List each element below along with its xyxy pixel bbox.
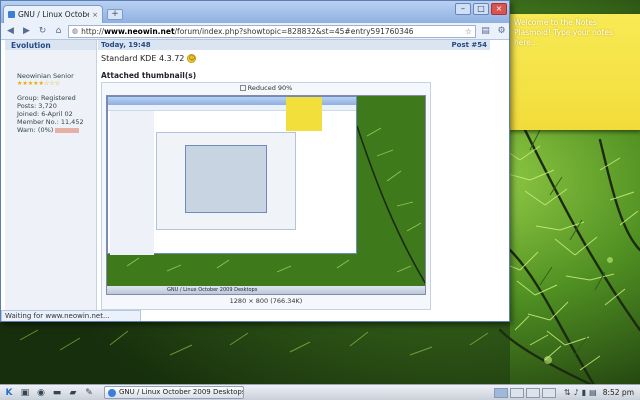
attachment-box: Reduced 90% GNU / Linux October 2009 Des…: [101, 82, 431, 310]
back-arrow-icon[interactable]: ◀: [4, 25, 17, 38]
desktop-3[interactable]: [525, 387, 540, 398]
resize-icon: [239, 85, 246, 91]
wrench-menu-icon[interactable]: ⚙: [495, 25, 508, 38]
forward-arrow-icon[interactable]: ▶: [20, 25, 33, 38]
browser-status-bar: Waiting for www.neowin.net...: [1, 310, 141, 321]
browser-launcher-icon[interactable]: ◉: [34, 386, 48, 399]
virtual-desktop-pager: [493, 387, 556, 398]
browser-window: GNU / Linux October ... × + – □ × ◀ ▶ ↻ …: [0, 0, 510, 322]
url-prefix: http://: [81, 26, 105, 36]
post-body: Standard KDE 4.3.72 ☺: [101, 54, 197, 63]
close-button[interactable]: ×: [491, 3, 507, 15]
nested-sticky-note: [286, 97, 322, 131]
address-bar[interactable]: ◍ http://www.neowin.net/forum/index.php?…: [68, 24, 476, 38]
page-content: Evolution Neowinian Senior ★★★★★☆☆☆ Grou…: [1, 40, 509, 312]
bookmark-star-icon[interactable]: ☆: [465, 27, 472, 36]
network-icon[interactable]: ⇅: [564, 388, 571, 397]
post-date: Today, 19:48: [101, 41, 151, 49]
window-controls: – □ ×: [455, 3, 507, 15]
battery-icon[interactable]: ▮: [582, 388, 586, 397]
author-posts: Posts: 3,720: [17, 102, 57, 110]
author-joined: Joined: 6-April 02: [17, 110, 73, 118]
new-tab-button[interactable]: +: [107, 9, 123, 20]
warn-label: Warn: (0%): [17, 126, 54, 134]
url-path: /forum/index.php?showtopic=828832&st=45#…: [174, 26, 414, 36]
browser-toolbar: ◀ ▶ ↻ ⌂ ◍ http://www.neowin.net/forum/in…: [1, 23, 509, 40]
author-warn: Warn: (0%): [5, 126, 96, 134]
nested-taskbar: GNU / Linux October 2009 Desktops: [107, 286, 425, 294]
desktop-2[interactable]: [509, 387, 524, 398]
home-icon[interactable]: ⌂: [52, 25, 65, 38]
clock[interactable]: 8:52 pm: [603, 388, 634, 397]
minimize-button[interactable]: –: [455, 3, 471, 15]
konsole-icon[interactable]: ▬: [50, 386, 64, 399]
note-text[interactable]: Welcome to the Notes Plasmoid! Type your…: [514, 18, 634, 48]
post-header: Today, 19:48 Post #54: [98, 40, 490, 50]
author-member-no: Member No.: 11,452: [17, 118, 84, 126]
url-host: www.neowin.net: [104, 26, 175, 36]
nested-browser-screenshot: [107, 96, 357, 255]
nested-sidebar: [110, 111, 154, 255]
address-url[interactable]: http://www.neowin.net/forum/index.php?sh…: [81, 27, 413, 36]
browser-titlebar[interactable]: GNU / Linux October ... × + – □ ×: [1, 1, 509, 23]
system-tray: ⇅ ♪ ▮ ▤: [564, 388, 597, 397]
page-menu-icon[interactable]: ▤: [479, 25, 492, 38]
tab-active[interactable]: GNU / Linux October ... ×: [3, 5, 103, 23]
text-editor-icon[interactable]: ✎: [82, 386, 96, 399]
attachment-thumbnail[interactable]: GNU / Linux October 2009 Desktops: [106, 95, 426, 295]
taskbar-panel: K ▣ ◉ ▬ ▰ ✎ GNU / Linux October 2009 Des…: [0, 384, 640, 400]
task-browser-icon: [108, 388, 116, 397]
volume-icon[interactable]: ♪: [574, 388, 579, 397]
task-label: GNU / Linux October 2009 Desktops - N: [119, 388, 244, 396]
maximize-button[interactable]: □: [473, 3, 489, 15]
attachments-heading: Attached thumbnail(s): [101, 71, 197, 80]
desktop-1[interactable]: [493, 387, 508, 398]
tab-close-icon[interactable]: ×: [92, 11, 98, 19]
reduced-notice[interactable]: Reduced 90%: [102, 83, 430, 93]
author-rank: Neowinian Senior: [17, 72, 74, 80]
post-number-link[interactable]: Post #54: [452, 40, 488, 50]
kde-menu-icon[interactable]: K: [2, 386, 16, 399]
reload-icon[interactable]: ↻: [36, 25, 49, 38]
warn-bar: [55, 127, 80, 133]
desktop-4[interactable]: [541, 387, 556, 398]
thumbnail-caption: 1280 × 800 (766.34K): [229, 297, 303, 305]
tab-title: GNU / Linux October ...: [18, 10, 89, 19]
clipboard-icon[interactable]: ▤: [589, 388, 597, 397]
post-author-sidebar: Evolution Neowinian Senior ★★★★★☆☆☆ Grou…: [5, 40, 97, 312]
smiley-icon: ☺: [187, 54, 197, 63]
nested-inner-window-2: [185, 145, 267, 213]
file-manager-icon[interactable]: ▣: [18, 386, 32, 399]
author-username[interactable]: Evolution: [5, 40, 96, 50]
author-rating-stars: ★★★★★☆☆☆: [17, 80, 61, 87]
reduced-label: Reduced 90%: [247, 84, 293, 92]
post-text: Standard KDE 4.3.72: [101, 54, 185, 63]
folder-icon[interactable]: ▰: [66, 386, 80, 399]
author-group: Group: Registered: [17, 94, 76, 102]
page-globe-icon: ◍: [72, 27, 79, 35]
notes-plasmoid[interactable]: Welcome to the Notes Plasmoid! Type your…: [508, 14, 640, 130]
page-favicon-icon: [8, 11, 15, 18]
taskbar-entry-browser[interactable]: GNU / Linux October 2009 Desktops - N: [104, 386, 244, 399]
